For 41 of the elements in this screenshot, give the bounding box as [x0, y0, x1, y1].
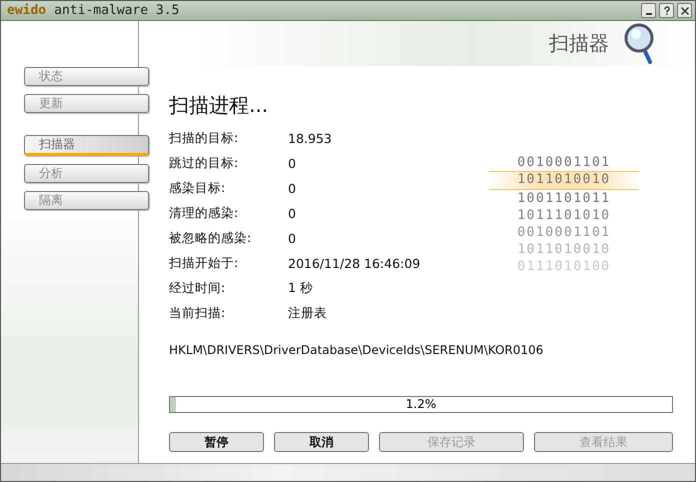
close-button[interactable]	[677, 3, 692, 18]
binary-row-text: 0010001101	[516, 154, 612, 171]
field-value: 0	[288, 231, 296, 246]
field-label: 扫描的目标:	[169, 130, 240, 147]
field-value: 0	[288, 206, 296, 221]
field-value: 2016/11/28 16:46:09	[288, 256, 420, 271]
minimize-button[interactable]	[641, 3, 656, 18]
binary-row-text: 1011010010	[516, 241, 612, 258]
binary-row: 1011010010	[489, 171, 639, 190]
current-path: HKLM\DRIVERS\DriverDatabase\DeviceIds\SERENUM\KOR0106	[169, 343, 544, 357]
action-button[interactable]: 暂停	[169, 432, 264, 452]
field-value: 18.953	[288, 131, 332, 146]
sidebar-item[interactable]: 状态	[24, 67, 149, 86]
header-title: 扫描器	[549, 30, 609, 57]
help-icon	[662, 6, 672, 16]
field-label: 跳过的目标:	[169, 155, 240, 172]
field-label: 经过时间:	[169, 280, 226, 297]
binary-row-text: 1001101011	[516, 190, 612, 207]
field-label: 感染目标:	[169, 180, 226, 197]
binary-row-text: 0010001101	[516, 224, 612, 241]
field-label: 清理的感染:	[169, 205, 240, 222]
field-value: 0	[288, 156, 296, 171]
close-icon	[680, 6, 690, 16]
field-value: 注册表	[288, 305, 327, 322]
binary-row-text: 1011101010	[516, 207, 612, 224]
field-label: 扫描开始于:	[169, 255, 240, 272]
field-value: 1 秒	[288, 280, 313, 297]
sidebar-item[interactable]: 扫描器	[24, 135, 149, 156]
window-title: anti-malware 3.5	[54, 3, 180, 18]
minimize-icon	[646, 12, 652, 14]
field-value: 0	[288, 181, 296, 196]
field-label: 被忽略的感染:	[169, 230, 252, 247]
help-button[interactable]	[659, 3, 674, 18]
progress-label: 1.2%	[404, 397, 438, 412]
field-label: 当前扫描:	[169, 305, 226, 322]
sidebar-item[interactable]: 分析	[24, 164, 149, 183]
scan-progress-title: 扫描进程...	[169, 92, 270, 119]
brand-logo: ewido	[7, 3, 46, 18]
action-button[interactable]: 取消	[274, 432, 369, 452]
sidebar-item[interactable]: 更新	[24, 94, 149, 113]
sidebar-item[interactable]: 隔离	[24, 191, 149, 210]
